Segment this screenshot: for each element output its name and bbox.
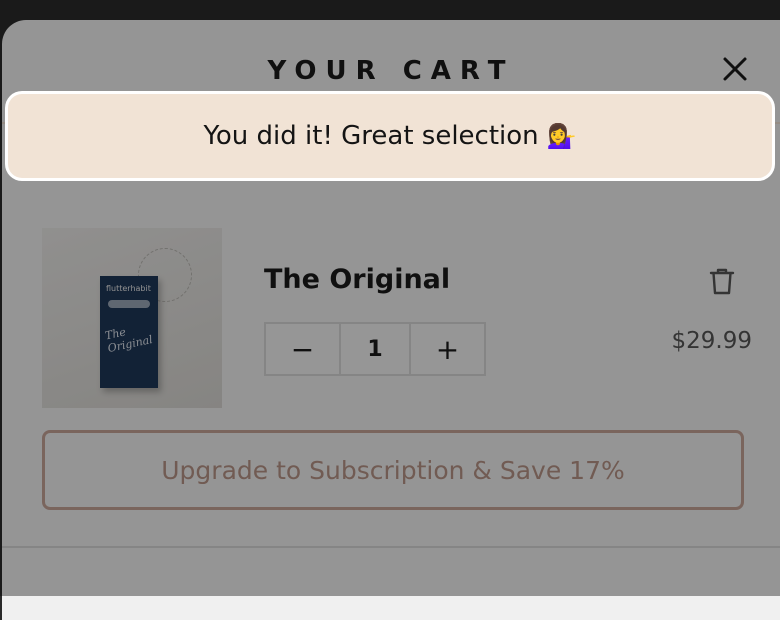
decrement-button[interactable]: − <box>266 324 339 374</box>
product-box: flutterhabit The Original <box>100 276 158 388</box>
footer-divider <box>2 546 780 548</box>
trash-icon <box>709 268 735 295</box>
box-lashes <box>108 300 150 308</box>
product-name[interactable]: The Original <box>264 264 450 295</box>
increment-button[interactable]: + <box>411 324 484 374</box>
box-script: The Original <box>103 325 154 356</box>
close-button[interactable] <box>720 54 750 84</box>
upgrade-label: Upgrade to Subscription & Save 17% <box>161 455 625 485</box>
quantity-stepper: − 1 + <box>264 322 486 376</box>
product-image[interactable]: flutterhabit The Original <box>42 228 222 408</box>
item-price: $29.99 <box>671 328 752 354</box>
box-brand: flutterhabit <box>106 284 151 293</box>
upgrade-subscription-button[interactable]: Upgrade to Subscription & Save 17% <box>42 430 744 510</box>
cart-header: YOUR CART <box>2 20 780 122</box>
cart-title: YOUR CART <box>267 56 515 86</box>
cart-drawer: YOUR CART flutterhabit The Original The … <box>2 20 780 620</box>
close-icon <box>723 57 747 81</box>
quantity-value[interactable]: 1 <box>339 324 411 374</box>
remove-item-button[interactable] <box>708 266 736 296</box>
header-divider <box>2 122 780 124</box>
